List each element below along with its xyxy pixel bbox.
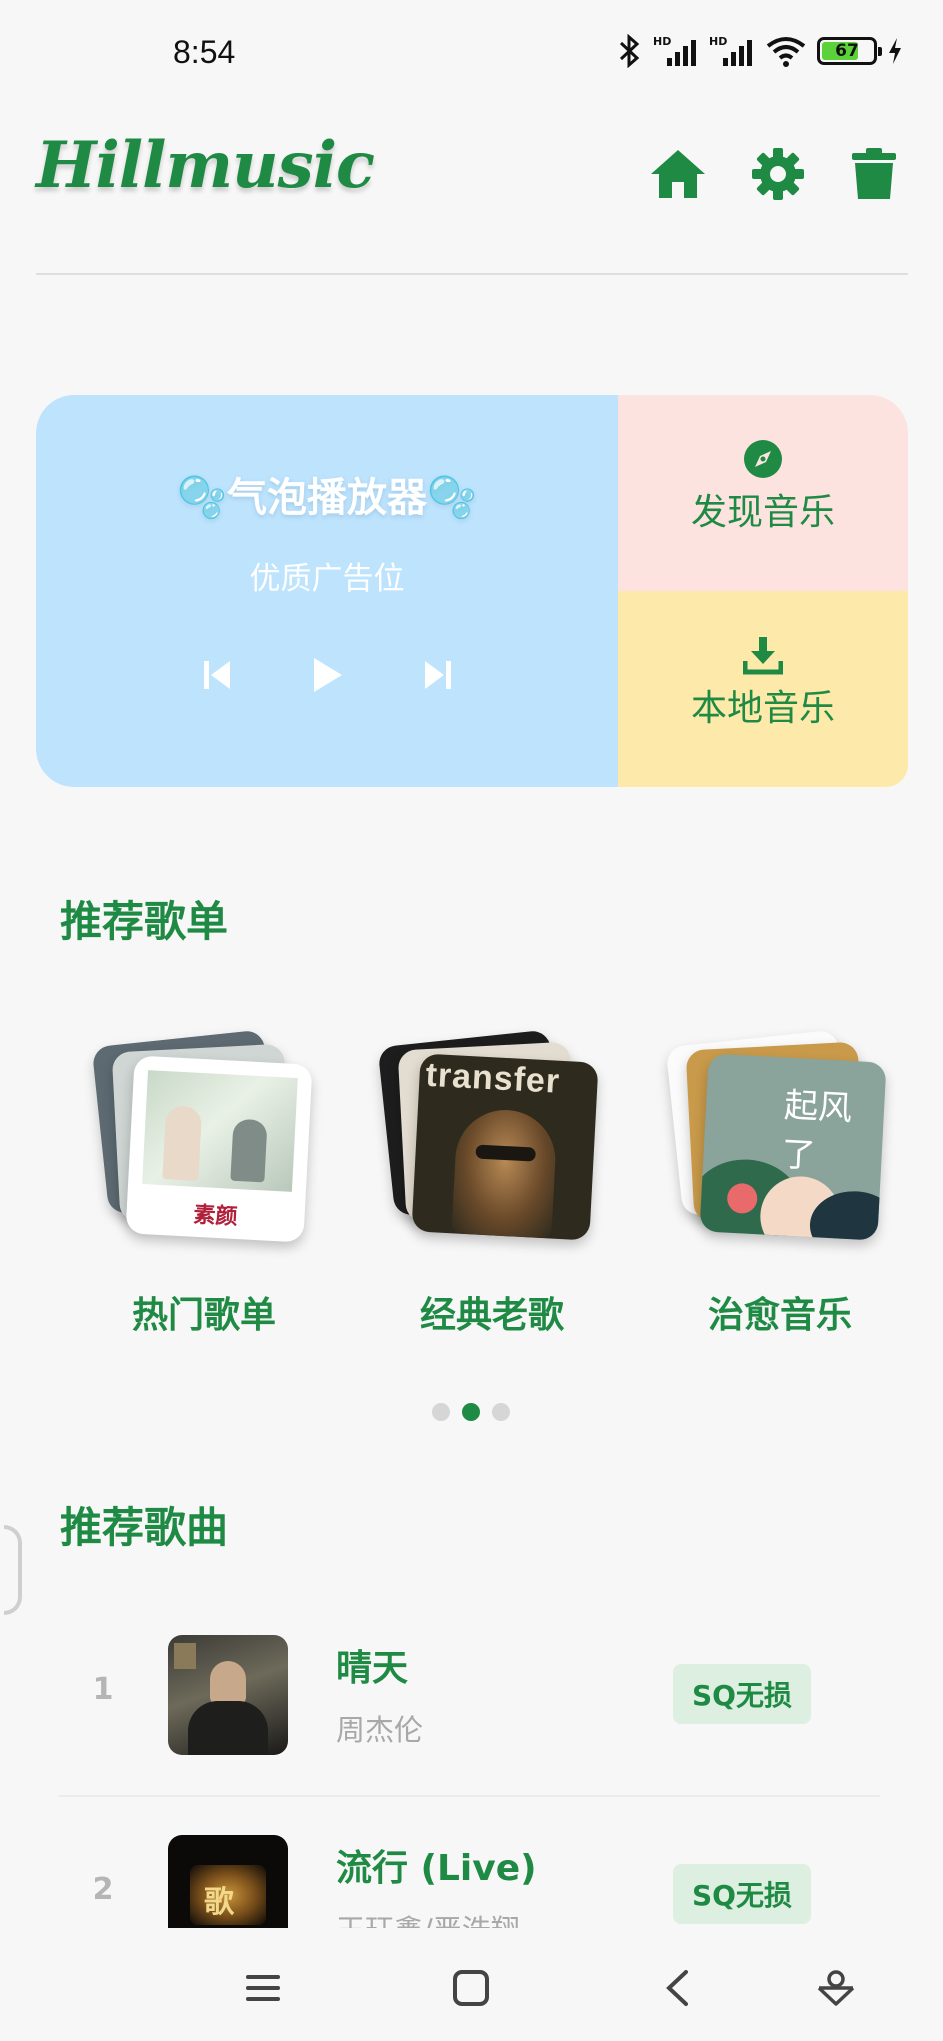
cover-title: 起风了: [780, 1085, 854, 1177]
player-subtitle: 优质广告位: [249, 561, 405, 597]
side-gesture-handle[interactable]: [4, 1525, 22, 1615]
song-title: 晴天: [336, 1648, 409, 1689]
home-nav-button[interactable]: [441, 1958, 501, 2018]
song-title: 流行 (Live): [336, 1848, 537, 1889]
play-button[interactable]: [297, 645, 357, 705]
bubble-player[interactable]: 🫧气泡播放器🫧 优质广告位: [36, 395, 618, 787]
song-artist: 周杰伦: [336, 1713, 424, 1747]
app-screen: 8:54 HD HD 67 Hillmusic 🫧气泡播放器🫧 优质广告位 发现…: [0, 0, 943, 2041]
cover-title: transfer: [424, 1055, 562, 1101]
pager-dot[interactable]: [492, 1403, 510, 1421]
playlists-section-title: 推荐歌单: [60, 897, 229, 946]
back-button[interactable]: [647, 1958, 707, 2018]
settings-button[interactable]: [746, 142, 810, 206]
back-icon: [666, 1970, 688, 2006]
pager-dot-active[interactable]: [462, 1403, 480, 1421]
pager-dot[interactable]: [432, 1403, 450, 1421]
playlist-label: 热门歌单: [131, 1295, 276, 1336]
song-index: 2: [92, 1872, 114, 1907]
playlist-cover: 起风了: [699, 1053, 887, 1241]
playlist-card[interactable]: transfer 经典老歌: [377, 1029, 602, 1336]
system-nav-bar: [0, 1928, 943, 2041]
song-artist: 王珏鑫/严浩翔: [336, 1907, 520, 1928]
signal-hd-icon: HD: [709, 35, 752, 66]
signal-hd-icon: HD: [653, 35, 696, 66]
assistant-icon: [817, 1970, 855, 2006]
delete-button[interactable]: [842, 142, 906, 206]
skip-previous-icon: [204, 661, 230, 689]
next-button[interactable]: [408, 645, 468, 705]
status-icons: HD HD 67: [617, 34, 903, 68]
battery-level: 67: [835, 41, 859, 61]
player-title: 🫧气泡播放器🫧: [177, 475, 477, 521]
svg-text:HD: HD: [709, 35, 727, 48]
bluetooth-icon: [619, 34, 640, 68]
hero-card: 🫧气泡播放器🫧 优质广告位 发现音乐 本地音乐: [36, 395, 908, 787]
status-time: 8:54: [173, 34, 236, 70]
playlist-pager: [432, 1403, 510, 1421]
songs-section-title: 推荐歌曲: [60, 1503, 229, 1552]
previous-button[interactable]: [187, 645, 247, 705]
discover-music-label: 发现音乐: [690, 492, 835, 533]
wifi-icon: [766, 37, 806, 67]
local-music-label: 本地音乐: [690, 688, 835, 729]
download-icon: [743, 637, 783, 675]
song-cover: 歌: [168, 1835, 288, 1928]
home-button[interactable]: [646, 142, 710, 206]
song-index: 1: [92, 1672, 114, 1707]
playlist-card[interactable]: 起风了 治愈音乐: [665, 1029, 890, 1336]
battery-icon: 67: [817, 37, 882, 65]
playlist-cover: 素颜: [125, 1055, 313, 1243]
song-row[interactable]: 1 晴天 周杰伦 SQ无损: [58, 1597, 880, 1797]
song-row[interactable]: 2 歌 流行 (Live) 王珏鑫/严浩翔 SQ无损: [58, 1797, 880, 1928]
menu-icon: [246, 1975, 280, 2001]
home-icon: [651, 150, 705, 198]
square-icon: [453, 1970, 489, 2006]
discover-music-tile[interactable]: 发现音乐: [618, 395, 908, 591]
playlist-cover: transfer: [411, 1053, 599, 1241]
compass-icon: [744, 440, 782, 478]
app-logo: Hillmusic: [36, 128, 375, 203]
playlist-label: 治愈音乐: [707, 1295, 852, 1336]
quality-badge: SQ无损: [673, 1664, 811, 1724]
quality-badge: SQ无损: [673, 1864, 811, 1924]
header-divider: [36, 273, 908, 275]
song-cover: [168, 1635, 288, 1755]
song-list-viewport: 2 歌 流行 (Live) 王珏鑫/严浩翔 SQ无损: [0, 1797, 943, 1928]
local-music-tile[interactable]: 本地音乐: [618, 591, 908, 787]
cover-title: 素颜: [192, 1202, 239, 1231]
play-icon: [314, 658, 342, 692]
playlist-card[interactable]: 素颜 热门歌单: [91, 1029, 314, 1336]
settings-icon: [752, 148, 804, 200]
trash-icon: [852, 148, 896, 199]
menu-button[interactable]: [233, 1958, 293, 2018]
charging-icon: [889, 38, 901, 64]
svg-text:HD: HD: [653, 35, 671, 48]
status-bar: 8:54 HD HD 67: [0, 0, 943, 80]
skip-next-icon: [425, 661, 451, 689]
playlist-label: 经典老歌: [419, 1295, 564, 1336]
assistant-button[interactable]: [806, 1958, 866, 2018]
